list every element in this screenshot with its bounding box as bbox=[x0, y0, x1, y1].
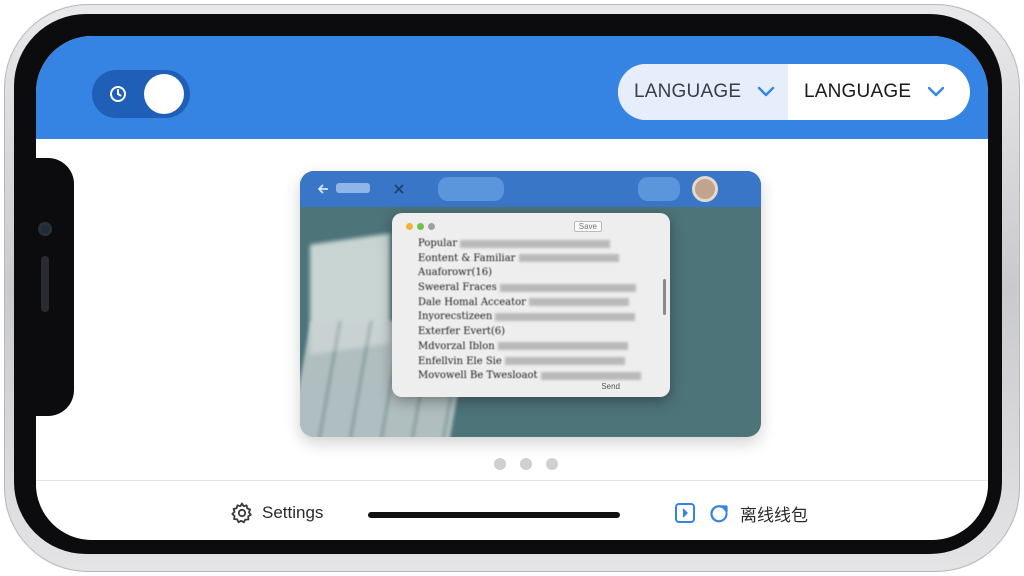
speaker-grille bbox=[41, 256, 49, 312]
dark-mode-toggle[interactable] bbox=[92, 70, 190, 118]
source-language-label: LANGUAGE bbox=[634, 81, 742, 102]
carousel-preview-image[interactable]: Save Popular Eontent & Familiar Auaforow… bbox=[300, 171, 761, 437]
preview-footer-label: Send bbox=[601, 382, 620, 391]
pager-dot[interactable] bbox=[520, 458, 532, 470]
preview-line: Inyorecstizeen bbox=[418, 310, 644, 325]
preview-dialog-text: Popular Eontent & Familiar Auaforowr(16)… bbox=[418, 237, 644, 384]
offline-package-button[interactable]: 离线线包 bbox=[674, 499, 808, 527]
download-box-icon bbox=[675, 503, 695, 523]
chevron-down-icon bbox=[927, 86, 945, 97]
target-language-label: LANGUAGE bbox=[804, 81, 912, 102]
toggle-knob[interactable] bbox=[144, 74, 184, 114]
phone-notch bbox=[14, 158, 74, 416]
gear-icon bbox=[231, 502, 252, 524]
front-camera bbox=[38, 222, 52, 236]
back-arrow-icon bbox=[317, 184, 328, 194]
target-language-button[interactable]: LANGUAGE bbox=[788, 64, 970, 120]
window-controls bbox=[406, 223, 435, 231]
clock-icon bbox=[110, 86, 126, 102]
bottom-bar: Settings 离线线包 bbox=[36, 480, 988, 540]
app-screen: LANGUAGE LANGUAGE Save Popular Eontent &… bbox=[36, 36, 988, 540]
settings-button[interactable]: Settings bbox=[230, 499, 323, 527]
window-dot bbox=[428, 223, 435, 230]
preview-toolbar bbox=[300, 171, 761, 207]
settings-label: Settings bbox=[262, 503, 324, 522]
preview-line: Popular bbox=[418, 237, 644, 252]
pager-dot[interactable] bbox=[494, 458, 506, 470]
preview-line: Auaforowr(16) bbox=[418, 267, 493, 279]
preview-scrollbar bbox=[663, 279, 666, 315]
preview-line: Mdvorzal Iblon bbox=[418, 340, 644, 355]
app-header: LANGUAGE LANGUAGE bbox=[36, 36, 988, 139]
preview-line: Dale Homal Acceator bbox=[418, 296, 644, 311]
window-dot bbox=[406, 223, 413, 230]
preview-line: Sweeral Fraces bbox=[418, 281, 644, 296]
preview-tab-pill bbox=[438, 177, 504, 201]
offline-package-label: 离线线包 bbox=[740, 505, 808, 525]
language-selector: LANGUAGE LANGUAGE bbox=[618, 64, 970, 120]
window-dot bbox=[417, 223, 424, 230]
preview-line: Exterfer Evert(6) bbox=[418, 326, 506, 338]
home-indicator[interactable] bbox=[368, 512, 620, 518]
source-language-button[interactable]: LANGUAGE bbox=[618, 64, 788, 120]
close-icon bbox=[394, 184, 404, 194]
preview-chip bbox=[336, 183, 370, 193]
pager-dot[interactable] bbox=[546, 458, 558, 470]
preview-badge bbox=[638, 177, 680, 201]
carousel-pager bbox=[494, 458, 558, 470]
avatar bbox=[692, 176, 718, 202]
preview-dialog: Save Popular Eontent & Familiar Auaforow… bbox=[392, 213, 670, 397]
chevron-down-icon bbox=[757, 86, 775, 97]
preview-line: Enfellvin Ele Sie bbox=[418, 355, 644, 370]
refresh-icon bbox=[710, 505, 728, 523]
screen-wrapper: LANGUAGE LANGUAGE Save Popular Eontent &… bbox=[18, 18, 1006, 558]
preview-save-label: Save bbox=[573, 221, 602, 232]
preview-line: Eontent & Familiar bbox=[418, 252, 644, 267]
